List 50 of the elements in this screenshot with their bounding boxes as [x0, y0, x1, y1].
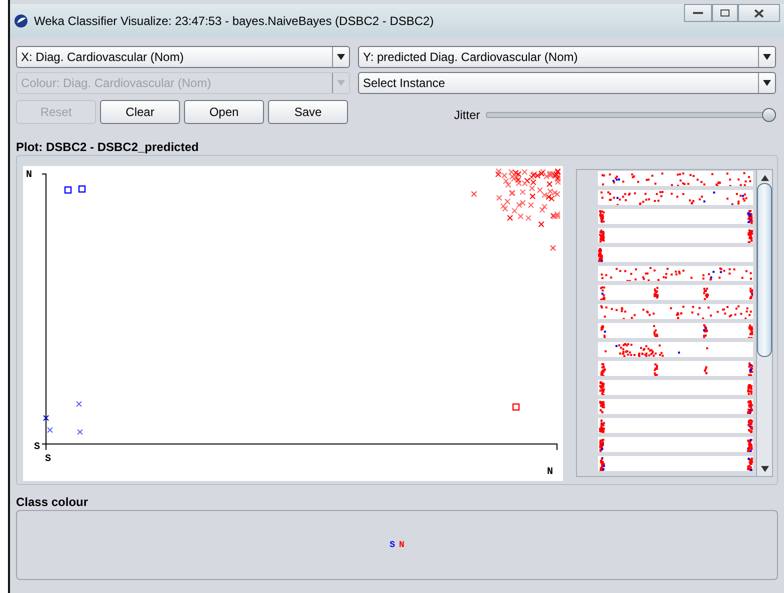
plot-title: Plot: DSBC2 - DSBC2_predicted	[16, 140, 200, 154]
scrollbar[interactable]	[756, 170, 772, 476]
toolbar-button[interactable]: Save	[268, 100, 348, 124]
bird-icon	[14, 14, 28, 28]
dropdown[interactable]: X: Diag. Cardiovascular (Nom)	[16, 46, 350, 68]
attribute-strip[interactable]	[598, 323, 753, 338]
attribute-strip[interactable]	[598, 247, 753, 262]
up-arrow-icon	[760, 175, 768, 181]
attribute-strip[interactable]	[598, 304, 753, 319]
minimize-icon	[693, 11, 703, 15]
jitter-slider[interactable]	[486, 108, 776, 122]
close-icon	[754, 8, 764, 18]
class-label: S	[390, 540, 395, 550]
toolbar-button[interactable]: Open	[184, 100, 264, 124]
axis-label: S	[34, 442, 40, 453]
attribute-strip[interactable]	[598, 342, 753, 357]
restore-icon	[720, 9, 730, 17]
attribute-strip[interactable]	[598, 437, 753, 452]
attribute-strip[interactable]	[598, 285, 753, 300]
attribute-strip[interactable]	[598, 399, 753, 414]
slider-thumb[interactable]	[762, 108, 776, 122]
attribute-strip[interactable]	[598, 171, 753, 186]
scroll-thumb[interactable]	[757, 183, 772, 357]
scatter-plot[interactable]: N S S N	[23, 166, 563, 481]
legend-title: Class colour	[16, 495, 90, 509]
attribute-strip[interactable]	[598, 418, 753, 433]
attribute-strip[interactable]	[598, 228, 753, 243]
dropdown[interactable]: Select Instance	[358, 72, 776, 94]
down-arrow-icon	[760, 466, 768, 472]
close-button[interactable]	[738, 4, 780, 22]
caret-icon	[763, 54, 771, 60]
attribute-strip[interactable]	[598, 266, 753, 281]
attribute-strip[interactable]	[598, 361, 753, 376]
window-title: Weka Classifier Visualize: 23:47:53 - bayes.NaiveBayes (DSBC2 - DSBC2)	[34, 14, 434, 28]
axis-label: N	[547, 467, 554, 478]
attribute-strip[interactable]	[598, 456, 753, 471]
caret-icon	[337, 80, 345, 86]
attribute-strip[interactable]	[598, 209, 753, 224]
maximize-button[interactable]	[712, 4, 738, 22]
toolbar-button[interactable]: Clear	[100, 100, 180, 124]
jitter-label: Jitter	[454, 108, 480, 122]
axis-label: N	[26, 170, 32, 181]
dropdown[interactable]: Y: predicted Diag. Cardiovascular (Nom)	[358, 46, 776, 68]
caret-icon	[763, 80, 771, 86]
attribute-strip[interactable]	[598, 380, 753, 395]
axis-label: S	[45, 454, 52, 465]
caret-icon	[337, 54, 345, 60]
class-label: N	[399, 540, 404, 550]
attribute-strip[interactable]	[598, 190, 753, 205]
minimize-button[interactable]	[684, 4, 712, 22]
